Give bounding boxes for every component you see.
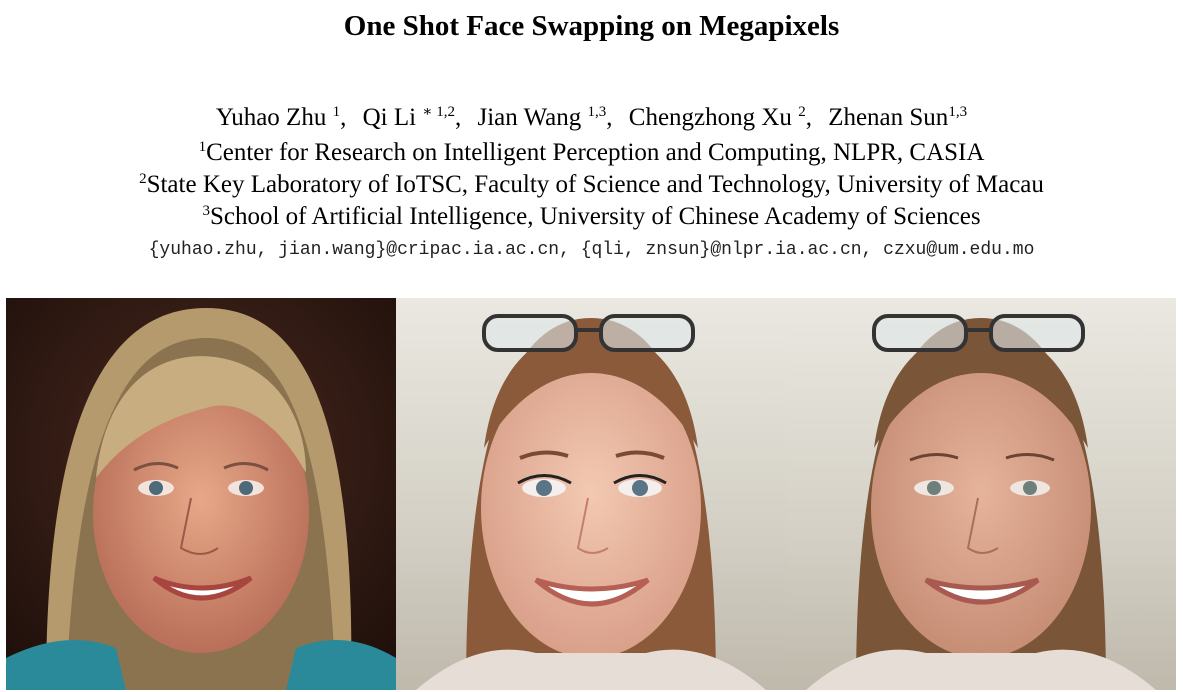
author-list: Yuhao Zhu 1, Qi Li ∗ 1,2, Jian Wang 1,3,… bbox=[0, 104, 1183, 132]
affiliation-mark: 1 bbox=[198, 139, 207, 155]
paper-title: One Shot Face Swapping on Megapixels bbox=[343, 10, 840, 42]
affiliation-mark: 3 bbox=[202, 203, 210, 219]
author-2: Qi Li ∗ 1,2, bbox=[362, 104, 462, 131]
target-face-photo bbox=[396, 298, 786, 690]
author-name: Zhenan Sun bbox=[828, 104, 949, 131]
affiliation-text: Center for Research on Intelligent Perce… bbox=[206, 139, 985, 166]
author-name: Yuhao Zhu bbox=[215, 104, 327, 131]
affiliation-1: 1Center for Research on Intelligent Perc… bbox=[0, 137, 1183, 169]
author-name: Jian Wang bbox=[477, 104, 582, 131]
author-name: Qi Li bbox=[362, 104, 417, 131]
author-1: Yuhao Zhu 1, bbox=[215, 104, 347, 131]
author-affiliation-mark: 1,3 bbox=[587, 104, 607, 120]
author-3: Jian Wang 1,3, bbox=[477, 104, 613, 131]
affiliation-2: 2State Key Laboratory of IoTSC, Faculty … bbox=[0, 169, 1183, 201]
author-5: Zhenan Sun1,3 bbox=[828, 104, 967, 132]
affiliation-3: 3School of Artificial Intelligence, Univ… bbox=[0, 201, 1183, 233]
author-4: Chengzhong Xu 2, bbox=[628, 104, 812, 131]
author-affiliation-mark: 2 bbox=[798, 104, 806, 120]
affiliation-mark: 2 bbox=[139, 171, 147, 187]
author-name: Chengzhong Xu bbox=[628, 104, 792, 131]
author-affiliation-mark: ∗ 1,2 bbox=[422, 104, 455, 120]
swapped-face-photo bbox=[786, 298, 1176, 690]
author-affiliation-mark: 1,3 bbox=[948, 104, 968, 120]
teaser-figure bbox=[6, 298, 1176, 690]
source-face-photo bbox=[6, 298, 396, 690]
affiliation-list: 1Center for Research on Intelligent Perc… bbox=[0, 137, 1183, 233]
affiliation-text: State Key Laboratory of IoTSC, Faculty o… bbox=[146, 171, 1044, 198]
author-affiliation-mark: 1 bbox=[332, 104, 341, 120]
affiliation-text: School of Artificial Intelligence, Unive… bbox=[209, 203, 981, 230]
author-emails: {yuhao.zhu, jian.wang}@cripac.ia.ac.cn, … bbox=[148, 240, 1035, 260]
